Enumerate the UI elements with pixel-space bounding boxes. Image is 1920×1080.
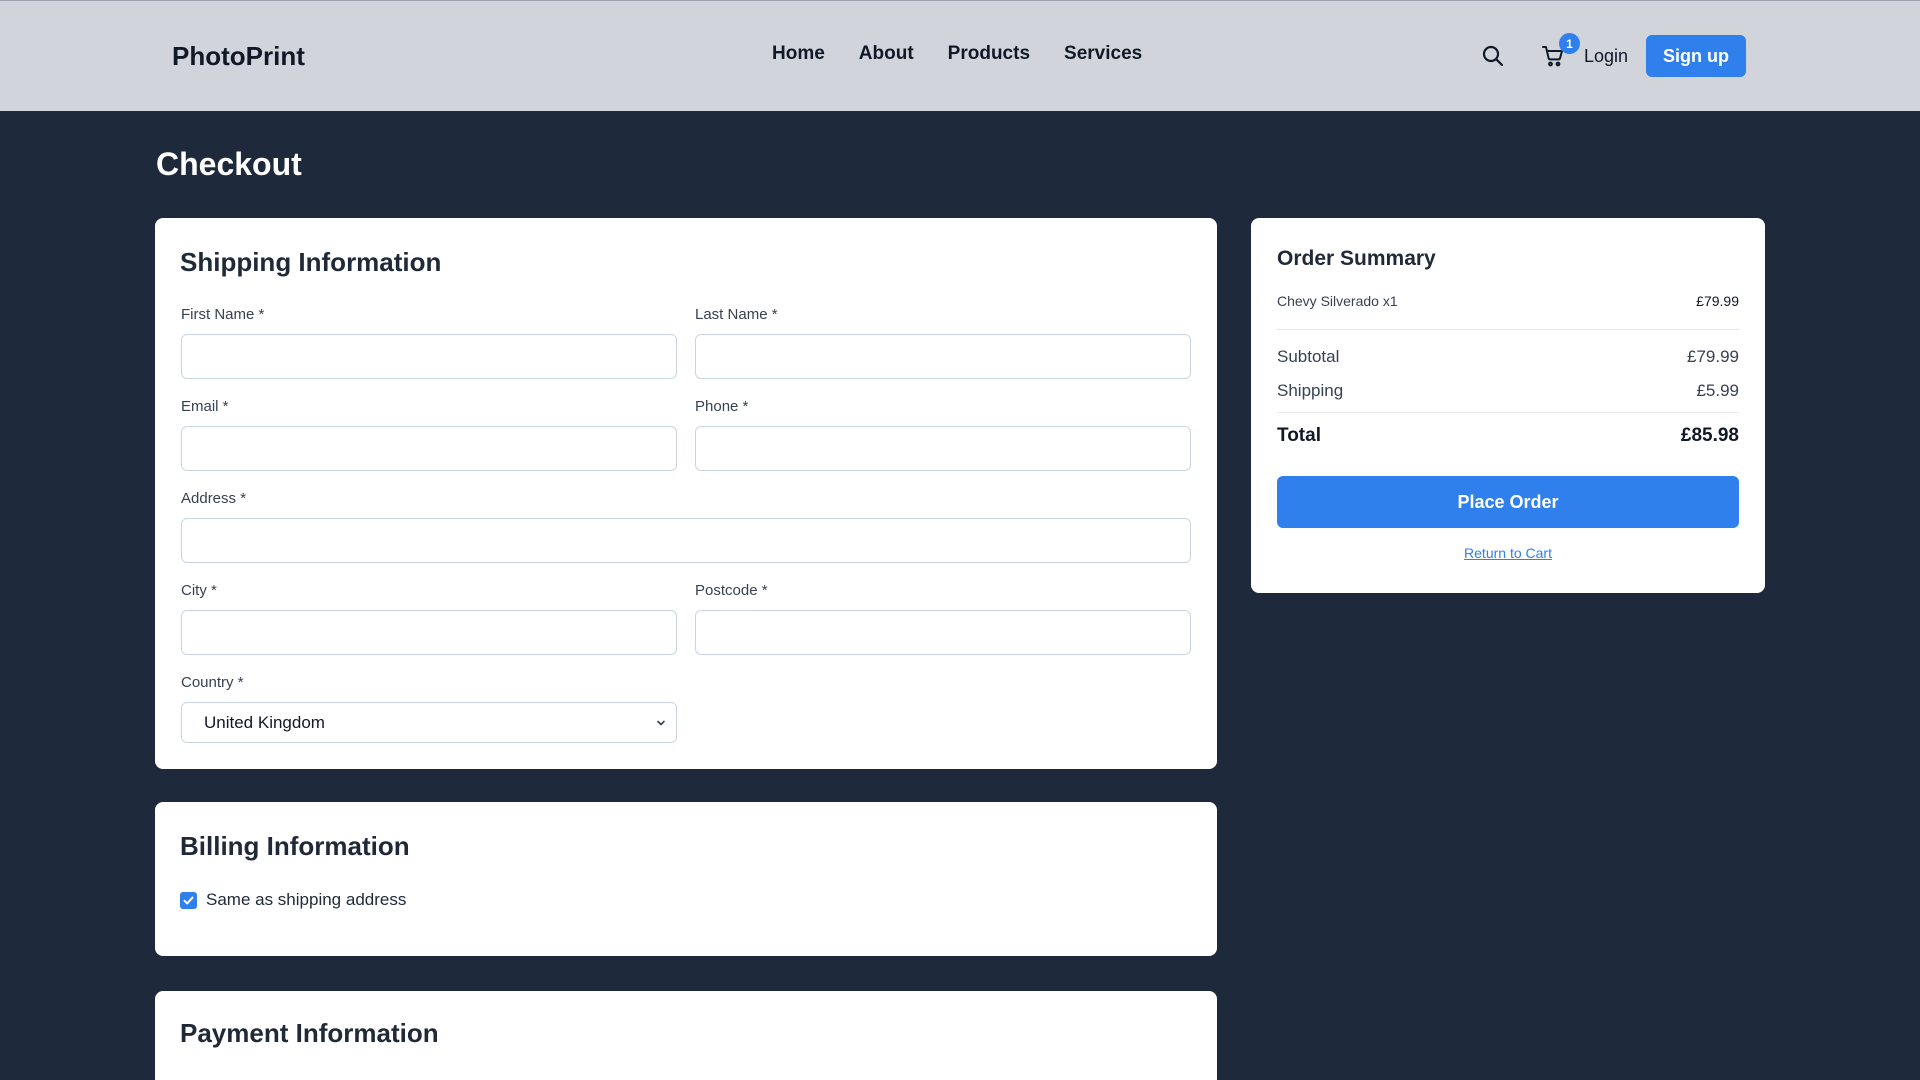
country-selected-value: United Kingdom: [204, 712, 325, 732]
nav-products[interactable]: Products: [948, 43, 1030, 65]
first-name-input[interactable]: [181, 334, 677, 379]
summary-divider: [1277, 412, 1739, 413]
page-title: Checkout: [156, 146, 302, 182]
signup-button[interactable]: Sign up: [1646, 35, 1747, 77]
postcode-input[interactable]: [695, 610, 1191, 655]
address-label: Address *: [181, 490, 247, 507]
postcode-label: Postcode *: [695, 582, 768, 599]
order-summary-card: Order Summary Chevy Silverado x1 £79.99 …: [1251, 218, 1765, 593]
billing-heading: Billing Information: [180, 831, 410, 861]
billing-card: Billing Information Same as shipping add…: [155, 802, 1217, 956]
summary-item-row: Chevy Silverado x1 £79.99: [1277, 293, 1739, 309]
shipping-card: Shipping Information First Name * Last N…: [155, 218, 1217, 769]
summary-item-price: £79.99: [1696, 293, 1739, 309]
header-actions: 1 Login Sign up: [1478, 33, 1747, 77]
chevron-down-icon: [657, 720, 665, 726]
site-logo[interactable]: PhotoPrint: [172, 41, 305, 72]
return-to-cart-link[interactable]: Return to Cart: [1251, 545, 1765, 561]
email-input[interactable]: [181, 426, 677, 471]
total-label: Total: [1277, 425, 1321, 446]
payment-heading: Payment Information: [180, 1018, 439, 1048]
cart-count-badge: 1: [1559, 33, 1580, 54]
total-value: £85.98: [1680, 425, 1739, 446]
subtotal-label: Subtotal: [1277, 347, 1340, 366]
search-icon: [1482, 45, 1504, 67]
nav-about[interactable]: About: [859, 43, 914, 65]
last-name-input[interactable]: [695, 334, 1191, 379]
summary-divider: [1277, 329, 1739, 330]
phone-label: Phone *: [695, 398, 749, 415]
shipping-cost-label: Shipping: [1277, 381, 1344, 400]
country-select[interactable]: United Kingdom: [181, 702, 677, 743]
subtotal-value: £79.99: [1687, 347, 1739, 366]
search-button[interactable]: [1478, 41, 1508, 71]
checkmark-icon: [183, 896, 194, 905]
shipping-cost-value: £5.99: [1696, 381, 1739, 400]
country-label: Country *: [181, 674, 244, 691]
subtotal-row: Subtotal £79.99: [1277, 347, 1739, 367]
address-input[interactable]: [181, 518, 1191, 563]
nav-home[interactable]: Home: [772, 43, 825, 65]
phone-input[interactable]: [695, 426, 1191, 471]
shipping-heading: Shipping Information: [180, 247, 442, 277]
same-as-shipping-label[interactable]: Same as shipping address: [206, 890, 406, 910]
first-name-label: First Name *: [181, 306, 265, 323]
last-name-label: Last Name *: [695, 306, 778, 323]
site-header: PhotoPrint Home About Products Services …: [0, 0, 1920, 111]
city-label: City *: [181, 582, 217, 599]
order-summary-heading: Order Summary: [1277, 247, 1436, 270]
summary-item-name: Chevy Silverado x1: [1277, 293, 1398, 309]
total-row: Total £85.98: [1277, 425, 1739, 447]
same-as-shipping-checkbox[interactable]: [180, 892, 197, 909]
login-link[interactable]: Login: [1584, 46, 1628, 67]
nav-services[interactable]: Services: [1064, 43, 1142, 65]
cart-button[interactable]: 1: [1538, 33, 1580, 71]
email-label: Email *: [181, 398, 229, 415]
shipping-row: Shipping £5.99: [1277, 381, 1739, 401]
main-nav: Home About Products Services: [772, 43, 1142, 65]
payment-card: Payment Information: [155, 991, 1217, 1080]
place-order-button[interactable]: Place Order: [1277, 476, 1739, 528]
city-input[interactable]: [181, 610, 677, 655]
